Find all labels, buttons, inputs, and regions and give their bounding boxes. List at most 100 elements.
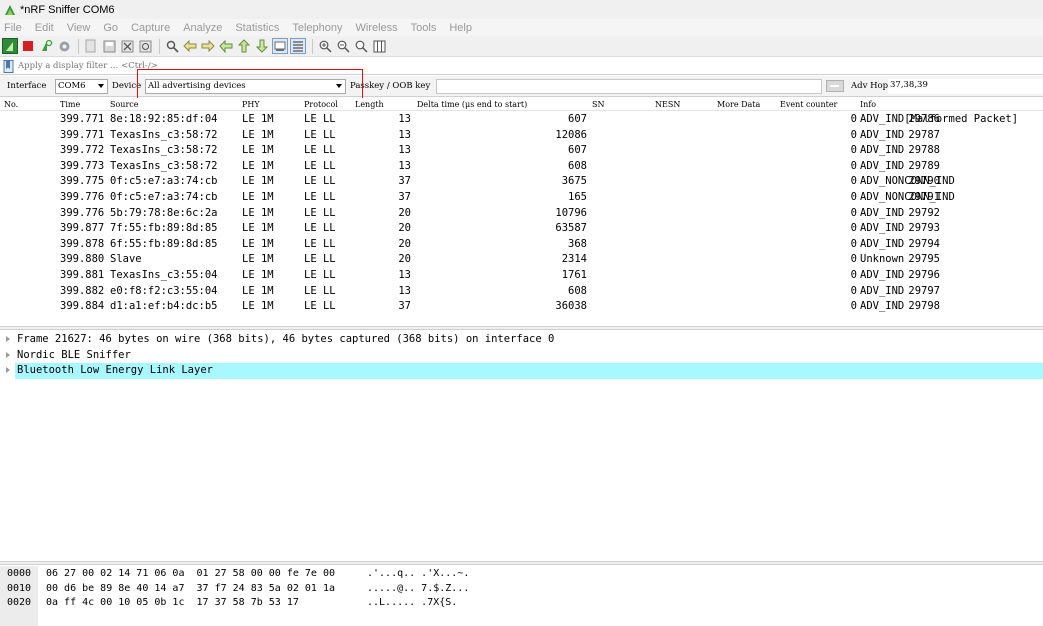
cell-phy: LE 1M: [242, 206, 274, 219]
zoom-reset-button[interactable]: [353, 38, 369, 54]
colorize-button[interactable]: [290, 38, 306, 54]
cell-source: 0f:c5:e7:a3:74:cb: [110, 191, 218, 203]
table-row[interactable]: 29796 399.881 TexasIns_c3:55:04 LE 1M LE LL 1…: [0, 268, 1043, 284]
table-row[interactable]: 29787 399.771 TexasIns_c3:58:72 LE 1M LE LL 1…: [0, 128, 1043, 144]
column-sn-header[interactable]: SN: [592, 100, 604, 109]
table-row[interactable]: 29790 399.775 0f:c5:e7:a3:74:cb LE 1M LE LL 3…: [0, 174, 1043, 190]
zoom-out-button[interactable]: [335, 38, 351, 54]
column-event-counter-header[interactable]: Event counter: [780, 100, 837, 109]
tree-item[interactable]: Nordic BLE Sniffer: [0, 348, 1043, 364]
arrow-up-icon: [238, 39, 250, 53]
table-row[interactable]: 29794 399.878 6f:55:fb:89:8d:85 LE 1M LE LL 2…: [0, 237, 1043, 253]
passkey-send-button[interactable]: [826, 80, 844, 92]
menu-help[interactable]: Help: [449, 22, 472, 34]
pane-splitter[interactable]: [0, 561, 1043, 565]
menu-edit[interactable]: Edit: [35, 22, 54, 34]
start-capture-button[interactable]: [2, 38, 18, 54]
reload-file-button[interactable]: [137, 38, 153, 54]
resize-columns-button[interactable]: [371, 38, 387, 54]
passkey-input[interactable]: [436, 79, 822, 94]
list-icon: [293, 41, 303, 52]
open-file-button[interactable]: [83, 38, 99, 54]
cell-protocol: LE LL: [304, 284, 336, 297]
stop-capture-button[interactable]: [20, 38, 36, 54]
packet-details-tree[interactable]: Frame 21627: 46 bytes on wire (368 bits)…: [0, 331, 1043, 561]
column-time-header[interactable]: Time: [60, 100, 80, 109]
go-forward-button[interactable]: [200, 38, 216, 54]
adv-hop-input[interactable]: 37,38,39: [888, 79, 1043, 94]
cell-time: 399.882: [60, 284, 105, 297]
autoscroll-button[interactable]: [272, 38, 288, 54]
cell-delta-time: 607: [568, 113, 587, 125]
reload-icon: [139, 40, 151, 52]
go-last-button[interactable]: [254, 38, 270, 54]
go-first-button[interactable]: [236, 38, 252, 54]
cell-info: ADV_IND: [860, 206, 905, 219]
column-phy-header[interactable]: PHY: [242, 100, 260, 109]
table-row[interactable]: 29798 399.884 d1:a1:ef:b4:dc:b5 LE 1M LE LL 3…: [0, 299, 1043, 315]
cell-delta-time: 3675: [561, 175, 587, 188]
cell-event-counter: 0: [850, 269, 857, 281]
expand-triangle-icon[interactable]: [6, 336, 10, 342]
capture-options-button[interactable]: [56, 38, 72, 54]
table-row[interactable]: 29788 399.772 TexasIns_c3:58:72 LE 1M LE LL 1…: [0, 143, 1043, 159]
tree-item[interactable]: Bluetooth Low Energy Link Layer: [6, 363, 1043, 379]
zoom-in-button[interactable]: [317, 38, 333, 54]
hex-bytes[interactable]: 06 27 00 02 14 71 06 0a 01 27 58 00 00 f…: [46, 568, 335, 579]
pane-splitter[interactable]: [0, 326, 1043, 330]
cell-info: ADV_IND: [860, 128, 905, 141]
column-info-header[interactable]: Info: [860, 100, 876, 109]
interface-label: Interface: [7, 81, 47, 91]
cell-time: 399.773: [60, 159, 105, 172]
menu-telephony[interactable]: Telephony: [292, 22, 342, 34]
tree-item[interactable]: Frame 21627: 46 bytes on wire (368 bits)…: [0, 332, 1043, 348]
find-packet-button[interactable]: [164, 38, 180, 54]
table-row[interactable]: 29786 399.771 8e:18:92:85:df:04 LE 1M LE LL 1…: [0, 112, 1043, 128]
table-row[interactable]: 29793 399.877 7f:55:fb:89:8d:85 LE 1M LE LL 2…: [0, 221, 1043, 237]
column-no-header[interactable]: No.: [4, 100, 18, 109]
menu-file[interactable]: File: [4, 22, 22, 34]
menu-statistics[interactable]: Statistics: [235, 22, 279, 34]
packet-bytes-pane[interactable]: 0000 06 27 00 02 14 71 06 0a 01 27 58 00 …: [0, 566, 1043, 626]
menu-view[interactable]: View: [67, 22, 91, 34]
expand-triangle-icon[interactable]: [6, 351, 10, 358]
restart-capture-button[interactable]: [38, 38, 54, 54]
bookmark-icon[interactable]: [3, 59, 15, 73]
cell-length: 13: [398, 144, 411, 157]
menu-analyze[interactable]: Analyze: [183, 22, 222, 34]
device-select[interactable]: All advertising devices: [145, 79, 346, 94]
menu-tools[interactable]: Tools: [411, 22, 437, 34]
column-source-header[interactable]: Source: [110, 100, 139, 109]
column-more-data-header[interactable]: More Data: [717, 100, 760, 109]
packet-list[interactable]: No. Time Source PHY Protocol Length Delta time…: [0, 98, 1043, 326]
menu-capture[interactable]: Capture: [131, 22, 170, 34]
menu-go[interactable]: Go: [103, 22, 118, 34]
go-to-packet-button[interactable]: [218, 38, 234, 54]
table-row[interactable]: 29797 399.882 e0:f8:f2:c3:55:04 LE 1M LE LL 1…: [0, 284, 1043, 300]
restart-icon: [42, 39, 53, 51]
ascii-bytes[interactable]: ..L..... .7X{S.: [367, 597, 457, 608]
table-row[interactable]: 29795 399.880 Slave LE 1M LE LL 20 2314 0 Unknow…: [0, 252, 1043, 268]
ascii-bytes[interactable]: .'...q.. .'X...~.: [367, 568, 469, 579]
save-file-button[interactable]: [101, 38, 117, 54]
menu-wireless[interactable]: Wireless: [356, 22, 398, 34]
table-row[interactable]: 29792 399.776 5b:79:78:8e:6c:2a LE 1M LE LL 2…: [0, 206, 1043, 222]
shark-fin-icon: [5, 4, 15, 15]
go-back-button[interactable]: [182, 38, 198, 54]
column-nesn-header[interactable]: NESN: [655, 100, 680, 109]
table-row[interactable]: 29789 399.773 TexasIns_c3:58:72 LE 1M LE LL 1…: [0, 159, 1043, 175]
cell-length: 13: [398, 113, 411, 125]
interface-select[interactable]: COM6: [55, 79, 108, 94]
expand-triangle-icon[interactable]: [6, 367, 10, 374]
column-length-header[interactable]: Length: [355, 100, 384, 109]
hex-bytes[interactable]: 00 d6 be 89 8e 40 14 a7 37 f7 24 83 5a 0…: [46, 583, 335, 594]
hex-bytes[interactable]: 0a ff 4c 00 10 05 0b 1c 17 37 58 7b 53 1…: [46, 597, 299, 608]
close-file-button[interactable]: [119, 38, 135, 54]
column-protocol-header[interactable]: Protocol: [304, 100, 338, 109]
column-delta-time-header[interactable]: Delta time (μs end to start): [417, 100, 527, 109]
table-row[interactable]: 29791 399.776 0f:c5:e7:a3:74:cb LE 1M LE LL 3…: [0, 190, 1043, 206]
display-filter-input[interactable]: [18, 61, 318, 71]
ascii-bytes[interactable]: .....@.. 7.$.Z...: [367, 583, 469, 594]
hex-offset: 0020: [7, 597, 32, 608]
cell-protocol: LE LL: [304, 269, 336, 281]
